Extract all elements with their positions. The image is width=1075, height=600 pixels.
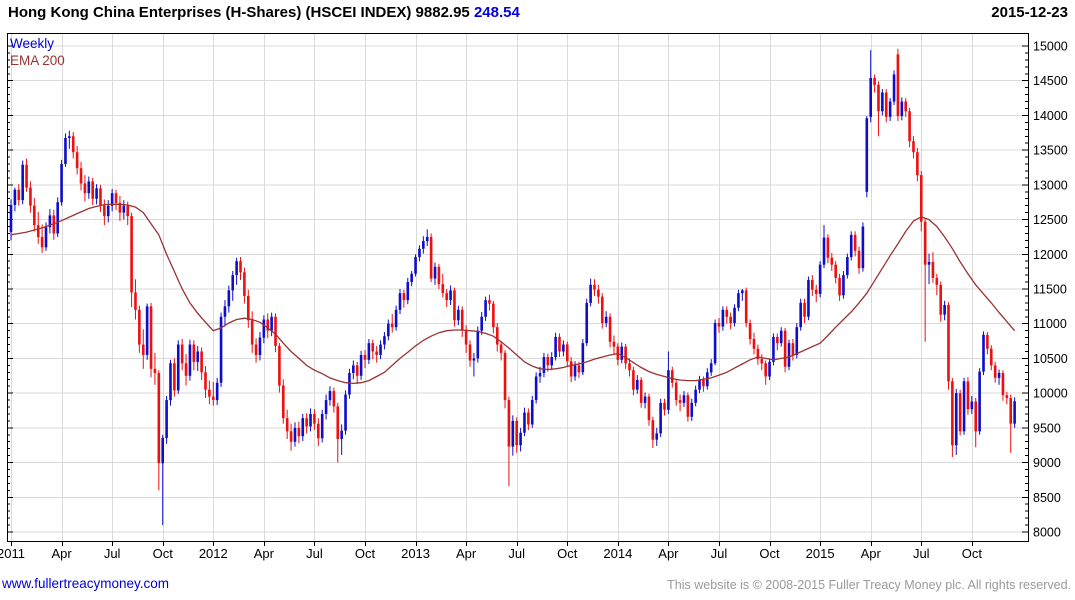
svg-text:Apr: Apr <box>456 546 477 561</box>
svg-text:Oct: Oct <box>153 546 174 561</box>
svg-text:2014: 2014 <box>603 546 632 561</box>
svg-text:Jul: Jul <box>104 546 121 561</box>
svg-text:12500: 12500 <box>1033 213 1068 227</box>
svg-text:Jul: Jul <box>508 546 525 561</box>
svg-text:Oct: Oct <box>759 546 780 561</box>
svg-text:9500: 9500 <box>1033 421 1061 435</box>
svg-text:13500: 13500 <box>1033 144 1068 158</box>
svg-text:Jul: Jul <box>306 546 323 561</box>
svg-text:Apr: Apr <box>658 546 679 561</box>
svg-text:Oct: Oct <box>557 546 578 561</box>
legend-ema-label: EMA 200 <box>10 53 65 68</box>
svg-text:11500: 11500 <box>1033 283 1067 297</box>
svg-text:2013: 2013 <box>401 546 430 561</box>
svg-text:14000: 14000 <box>1033 109 1068 123</box>
svg-text:2011: 2011 <box>0 546 25 561</box>
chart-page: Hong Kong China Enterprises (H-Shares) (… <box>0 0 1075 600</box>
svg-text:10500: 10500 <box>1033 352 1068 366</box>
svg-text:10000: 10000 <box>1033 387 1068 401</box>
svg-text:Oct: Oct <box>355 546 376 561</box>
svg-text:8000: 8000 <box>1033 526 1061 540</box>
price-chart-canvas[interactable]: 15000 14500 14000 13500 13000 12500 12000 11500… <box>0 0 1075 600</box>
svg-text:9000: 9000 <box>1033 456 1061 470</box>
svg-text:Jul: Jul <box>711 546 728 561</box>
svg-text:11000: 11000 <box>1033 317 1067 331</box>
svg-text:Oct: Oct <box>962 546 983 561</box>
legend-timeframe-label: Weekly <box>10 36 54 51</box>
svg-text:Jul: Jul <box>913 546 930 561</box>
svg-text:14500: 14500 <box>1033 74 1068 88</box>
svg-text:2012: 2012 <box>199 546 228 561</box>
svg-text:Apr: Apr <box>51 546 72 561</box>
svg-text:13000: 13000 <box>1033 178 1068 192</box>
svg-text:2015: 2015 <box>806 546 835 561</box>
svg-text:15000: 15000 <box>1033 40 1068 54</box>
svg-text:8500: 8500 <box>1033 491 1061 505</box>
svg-text:Apr: Apr <box>254 546 275 561</box>
footer-website-link[interactable]: www.fullertreacymoney.com <box>2 576 169 591</box>
footer-copyright: This website is © 2008-2015 Fuller Treac… <box>667 578 1071 592</box>
svg-text:Apr: Apr <box>861 546 882 561</box>
svg-text:12000: 12000 <box>1033 248 1068 262</box>
